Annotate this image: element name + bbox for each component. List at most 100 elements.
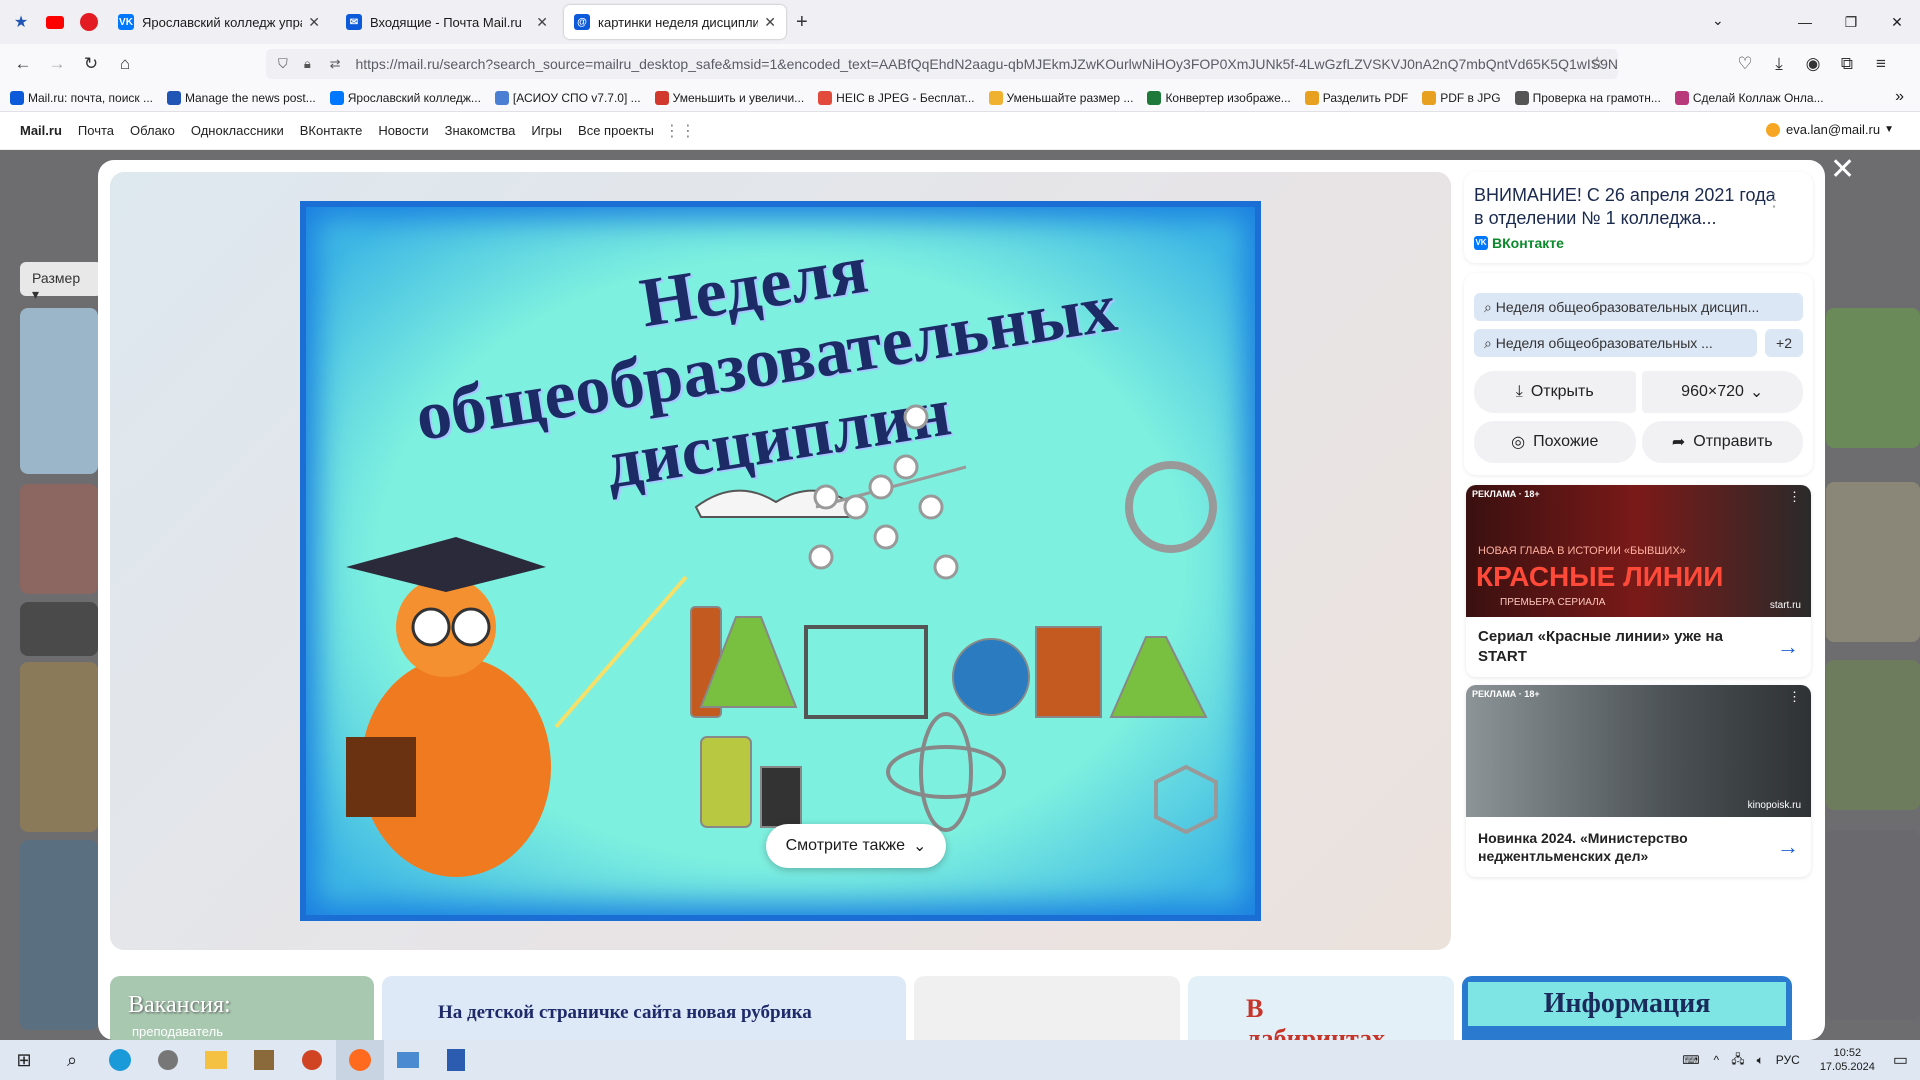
search-result-thumb[interactable] xyxy=(20,484,98,594)
new-tab-button[interactable]: + xyxy=(796,11,808,34)
input-language[interactable]: РУС xyxy=(1776,1053,1800,1067)
network-icon[interactable]: 🖧︎ xyxy=(1731,1050,1744,1071)
ad-more-icon[interactable]: ⋮ xyxy=(1788,689,1801,705)
more-options-icon[interactable]: ⋮ xyxy=(1765,190,1783,211)
windows-start-icon[interactable]: ⊞ xyxy=(0,1040,48,1080)
related-query-chip[interactable]: ⌕ Неделя общеобразовательных дисцип... xyxy=(1474,292,1803,321)
shield-icon[interactable]: ⛉ xyxy=(278,56,298,72)
downloads-icon[interactable]: ⤓ xyxy=(1762,47,1796,81)
arrow-right-icon[interactable]: → xyxy=(1777,634,1799,660)
restore-button[interactable]: ❐ xyxy=(1828,0,1874,44)
app-icon[interactable] xyxy=(384,1040,432,1080)
more-queries-chip[interactable]: +2 xyxy=(1765,328,1803,357)
pinned-youtube-icon[interactable] xyxy=(42,9,68,35)
bookmark-item[interactable]: Проверка на грамотн... xyxy=(1514,90,1661,105)
close-tab-icon[interactable]: ✕ xyxy=(308,14,320,31)
search-result-thumb[interactable] xyxy=(1826,308,1920,448)
account-icon[interactable]: ◉ xyxy=(1796,47,1830,81)
bookmark-item[interactable]: Ярославский колледж... xyxy=(329,90,481,105)
portal-brand[interactable]: Mail.ru xyxy=(20,123,62,138)
preview-image[interactable]: Неделя общеобразовательных дисциплин xyxy=(300,201,1261,921)
keyboard-icon[interactable]: ⌨ xyxy=(1682,1053,1699,1067)
close-window-button[interactable]: ✕ xyxy=(1874,0,1920,44)
app-icon[interactable] xyxy=(240,1040,288,1080)
home-button[interactable]: ⌂ xyxy=(108,47,142,81)
close-viewer-button[interactable]: ✕ xyxy=(1830,152,1860,186)
search-result-thumb[interactable] xyxy=(1826,660,1920,810)
source-site[interactable]: VK ВКонтакте xyxy=(1474,235,1803,251)
arrow-right-icon[interactable]: → xyxy=(1777,834,1799,860)
portal-link[interactable]: Одноклассники xyxy=(191,123,284,138)
search-icon[interactable]: ⌕ xyxy=(48,1040,96,1080)
portal-link[interactable]: ВКонтакте xyxy=(300,123,363,138)
portal-link[interactable]: Знакомства xyxy=(445,123,516,138)
ad-more-icon[interactable]: ⋮ xyxy=(1788,489,1801,505)
bookmark-item[interactable]: Уменьшить и увеличи... xyxy=(654,90,804,105)
search-result-thumb[interactable] xyxy=(20,308,98,474)
bookmark-item[interactable]: Mail.ru: почта, поиск ... xyxy=(10,90,153,105)
powerpoint-icon[interactable] xyxy=(288,1040,336,1080)
volume-icon[interactable]: 🔈︎ xyxy=(1757,1053,1764,1068)
edge-icon[interactable] xyxy=(96,1040,144,1080)
size-select[interactable]: 960×720 ⌄ xyxy=(1641,370,1803,413)
firefox-icon[interactable] xyxy=(336,1040,384,1080)
bookmark-item[interactable]: Конвертер изображе... xyxy=(1147,90,1291,105)
bookmark-item[interactable]: [АСИОУ СПО v7.7.0] ... xyxy=(494,90,641,105)
see-also-button[interactable]: Смотрите также ⌄ xyxy=(766,824,946,868)
tab-list-chevron-icon[interactable]: ⌄ xyxy=(1712,12,1724,29)
notifications-icon[interactable]: ▭ xyxy=(1893,1050,1908,1070)
lock-icon[interactable]: 🔒︎ xyxy=(304,56,324,72)
search-result-thumb[interactable] xyxy=(1826,482,1920,642)
user-menu[interactable]: eva.lan@mail.ru ▼ xyxy=(1765,122,1894,137)
extensions-icon[interactable]: ⧉ xyxy=(1830,47,1864,81)
share-button[interactable]: ➦ Отправить xyxy=(1641,420,1803,463)
back-button[interactable]: ← xyxy=(6,47,40,81)
search-result-thumb[interactable] xyxy=(1826,830,1920,1020)
similar-images-button[interactable]: ◎ Похожие xyxy=(1474,420,1636,463)
related-image-thumb[interactable]: Информация xyxy=(1462,976,1792,1040)
tray-chevron-icon[interactable]: ^ xyxy=(1714,1053,1720,1067)
related-image-thumb[interactable] xyxy=(914,976,1180,1040)
clock[interactable]: 10:52 17.05.2024 xyxy=(1820,1046,1875,1075)
bookmark-item[interactable]: Manage the news post... xyxy=(167,90,316,105)
pinned-youtube-music-icon[interactable] xyxy=(76,9,102,35)
bookmarks-overflow-icon[interactable]: » xyxy=(1895,88,1904,106)
portal-link[interactable]: Почта xyxy=(78,123,114,138)
reload-button[interactable]: ↻ xyxy=(74,47,108,81)
size-filter-button[interactable]: Размер ▾ xyxy=(20,262,102,302)
related-query-chip[interactable]: ⌕ Неделя общеобразовательных ... xyxy=(1474,328,1757,357)
search-result-thumb[interactable] xyxy=(20,840,98,1030)
search-result-thumb[interactable] xyxy=(20,602,98,656)
minimize-button[interactable]: — xyxy=(1782,0,1828,44)
pocket-icon[interactable]: ♡ xyxy=(1728,47,1762,81)
close-tab-icon[interactable]: ✕ xyxy=(536,14,548,31)
address-bar[interactable]: ⛉ 🔒︎ ⇄ https://mail.ru/search?search_sou… xyxy=(266,49,1618,79)
browser-tab[interactable]: ✉ Входящие - Почта Mail.ru ✕ xyxy=(336,5,558,39)
portal-link[interactable]: Все проекты xyxy=(578,123,654,138)
bookmark-item[interactable]: HEIC в JPEG - Бесплат... xyxy=(818,90,975,105)
pinned-bookmark-icon[interactable]: ★ xyxy=(8,9,34,35)
bookmark-star-icon[interactable]: ☆ xyxy=(1590,53,1604,73)
related-image-thumb[interactable]: В лабиринтах xyxy=(1188,976,1454,1040)
portal-link[interactable]: Новости xyxy=(378,123,428,138)
related-image-thumb[interactable]: Вакансия: преподаватель xyxy=(110,976,374,1040)
open-image-button[interactable]: ⤓ Открыть xyxy=(1474,370,1636,413)
bookmark-item[interactable]: Уменьшайте размер ... xyxy=(988,90,1133,105)
file-explorer-icon[interactable] xyxy=(192,1040,240,1080)
source-headline[interactable]: ВНИМАНИЕ! С 26 апреля 2021 года в отделе… xyxy=(1474,184,1803,231)
portal-link[interactable]: Игры xyxy=(531,123,562,138)
bookmark-item[interactable]: PDF в JPG xyxy=(1422,90,1501,105)
bookmark-item[interactable]: Разделить PDF xyxy=(1304,90,1408,105)
forward-button[interactable]: → xyxy=(40,47,74,81)
portal-link[interactable]: Облако xyxy=(130,123,175,138)
word-icon[interactable] xyxy=(432,1040,480,1080)
related-image-thumb[interactable]: На детской страничке сайта новая рубрика xyxy=(382,976,906,1040)
settings-app-icon[interactable] xyxy=(144,1040,192,1080)
close-tab-icon[interactable]: ✕ xyxy=(764,14,776,31)
browser-tab[interactable]: @ картинки неделя дисциплин - ✕ xyxy=(564,5,786,39)
ad-card[interactable]: РЕКЛАМА · 18+ НОВАЯ ГЛАВА В ИСТОРИИ «БЫВ… xyxy=(1466,484,1811,677)
ad-card[interactable]: РЕКЛАМА · 18+ kinopoisk.ru ⋮ Новинка 202… xyxy=(1466,684,1811,877)
menu-icon[interactable]: ≡ xyxy=(1864,47,1898,81)
browser-tab[interactable]: VK Ярославский колледж управл ✕ xyxy=(108,5,330,39)
permissions-icon[interactable]: ⇄ xyxy=(330,56,350,72)
